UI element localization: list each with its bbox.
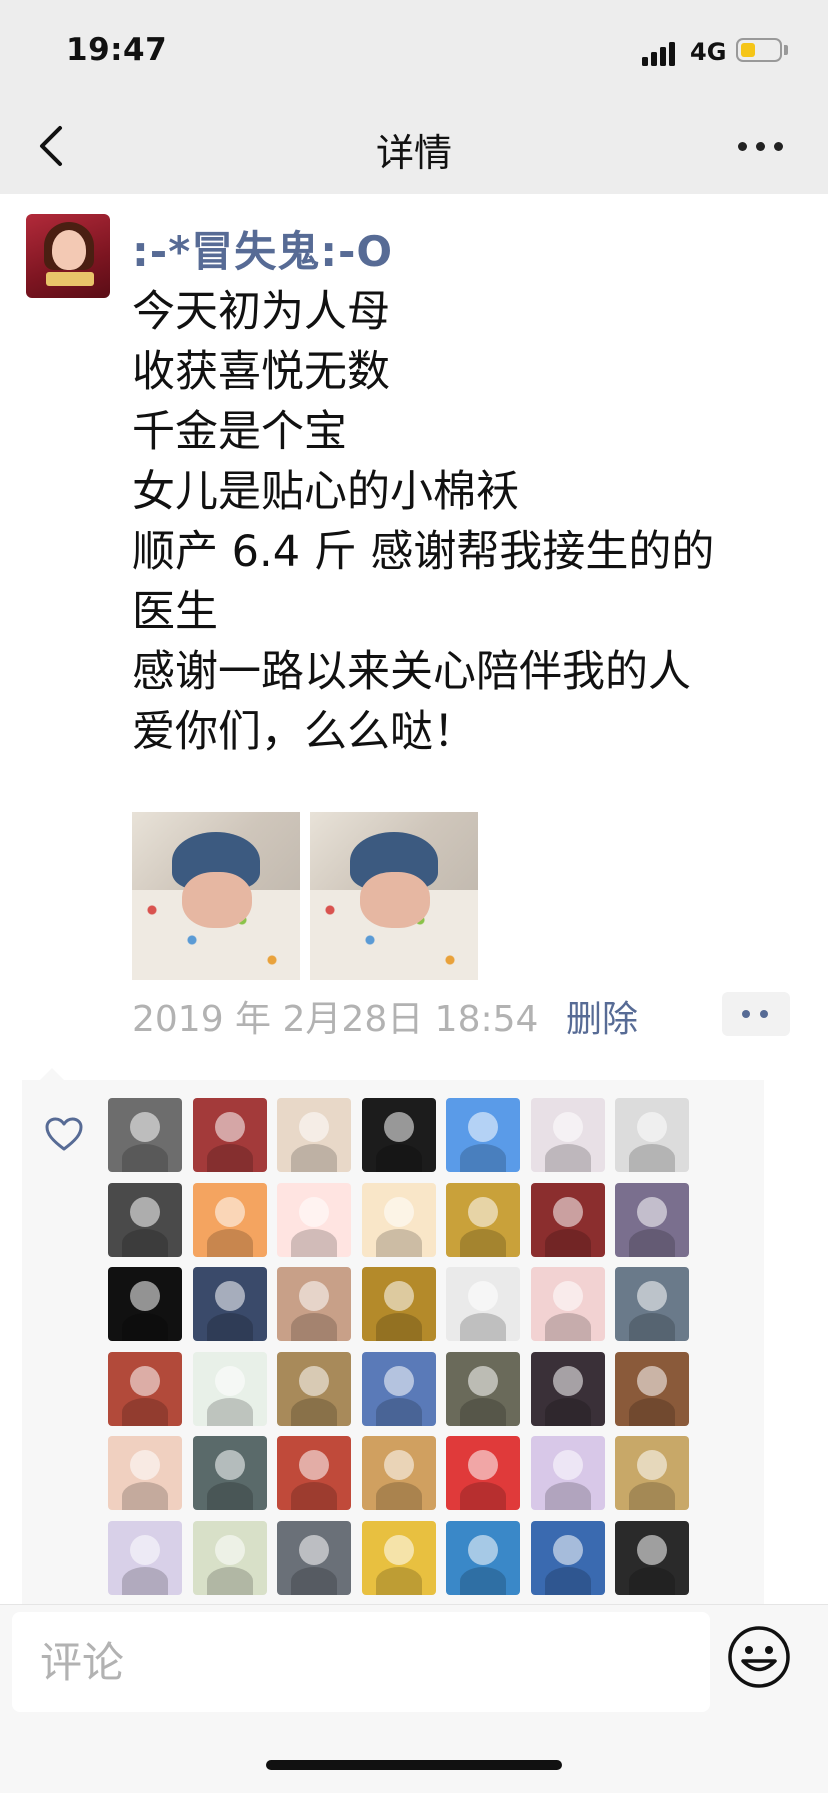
liker-avatar[interactable] — [192, 1267, 267, 1341]
post-line: 女儿是贴心的小棉袄 — [132, 467, 519, 517]
author-avatar[interactable] — [26, 214, 110, 298]
liker-avatar[interactable] — [361, 1267, 436, 1341]
liker-avatar[interactable] — [446, 1098, 520, 1172]
liker-avatar[interactable] — [446, 1267, 520, 1341]
liker-avatar[interactable] — [277, 1520, 351, 1595]
liker-avatar[interactable] — [615, 1520, 689, 1595]
page-title: 详情 — [375, 131, 452, 175]
liker-avatar[interactable] — [277, 1098, 351, 1172]
post-line: 医生 — [132, 587, 218, 637]
liker-avatar[interactable] — [615, 1182, 689, 1257]
liker-avatar[interactable] — [108, 1520, 182, 1595]
post-timestamp: 2019 年 2月28日 18:54 — [132, 999, 539, 1040]
liker-avatar[interactable] — [192, 1520, 267, 1595]
post-line: 感谢一路以来关心陪伴我的人 — [132, 647, 691, 697]
liker-avatar[interactable] — [615, 1436, 689, 1510]
liker-avatar[interactable] — [192, 1182, 267, 1257]
likes-panel-arrow — [40, 1068, 64, 1080]
liker-avatar[interactable] — [361, 1520, 436, 1595]
network-label: 4G — [690, 38, 727, 66]
signal-icon — [642, 38, 678, 66]
comment-input[interactable] — [12, 1612, 710, 1712]
liker-avatar[interactable] — [530, 1182, 605, 1257]
liker-avatar[interactable] — [530, 1520, 605, 1595]
liker-avatar[interactable] — [361, 1182, 436, 1257]
liker-avatar[interactable] — [192, 1351, 267, 1426]
liker-avatar[interactable] — [615, 1267, 689, 1341]
liker-avatar[interactable] — [108, 1098, 182, 1172]
home-indicator — [266, 1760, 562, 1770]
liker-avatar[interactable] — [615, 1351, 689, 1426]
liker-avatar[interactable] — [446, 1520, 520, 1595]
liker-avatar[interactable] — [108, 1267, 182, 1341]
post-text: 今天初为人母 收获喜悦无数 千金是个宝 女儿是贴心的小棉袄 顺产 6.4 斤 感… — [132, 282, 792, 762]
liker-avatar[interactable] — [446, 1436, 520, 1510]
post-actions-button[interactable] — [722, 992, 790, 1036]
liker-avatar[interactable] — [530, 1098, 605, 1172]
liker-avatar[interactable] — [277, 1351, 351, 1426]
liker-avatar[interactable] — [446, 1351, 520, 1426]
liker-avatar[interactable] — [192, 1436, 267, 1510]
battery-tip — [784, 45, 788, 55]
smiley-icon[interactable] — [726, 1624, 792, 1690]
liker-avatar[interactable] — [361, 1098, 436, 1172]
liker-avatar[interactable] — [530, 1351, 605, 1426]
liker-avatar[interactable] — [361, 1436, 436, 1510]
liker-avatar[interactable] — [108, 1182, 182, 1257]
liker-avatar[interactable] — [277, 1182, 351, 1257]
status-time: 19:47 — [66, 32, 168, 68]
liker-avatar[interactable] — [108, 1436, 182, 1510]
author-name[interactable]: :-*冒失鬼:-O — [132, 218, 393, 279]
liker-avatar[interactable] — [615, 1098, 689, 1172]
liker-avatar[interactable] — [530, 1436, 605, 1510]
post-photo-1[interactable] — [132, 812, 300, 980]
nav-bar: 详情 — [0, 100, 828, 194]
more-dots-icon[interactable] — [738, 142, 788, 152]
post-line: 爱你们，么么哒！ — [132, 707, 476, 757]
delete-link[interactable]: 删除 — [566, 990, 638, 1042]
post-line: 今天初为人母 — [132, 287, 390, 337]
post-line: 收获喜悦无数 — [132, 347, 390, 397]
liker-avatar[interactable] — [361, 1351, 436, 1426]
post-line: 千金是个宝 — [132, 407, 347, 457]
battery-icon — [736, 38, 782, 62]
status-bar: 19:47 4G — [0, 0, 828, 100]
post-line: 顺产 6.4 斤 感谢帮我接生的的 — [132, 527, 715, 577]
liker-avatar[interactable] — [446, 1182, 520, 1257]
heart-icon — [45, 1117, 83, 1151]
liker-avatar[interactable] — [277, 1267, 351, 1341]
liker-avatar[interactable] — [277, 1436, 351, 1510]
post-photo-2[interactable] — [310, 812, 478, 980]
liker-avatar[interactable] — [108, 1351, 182, 1426]
liker-avatar[interactable] — [192, 1098, 267, 1172]
liker-avatar[interactable] — [530, 1267, 605, 1341]
